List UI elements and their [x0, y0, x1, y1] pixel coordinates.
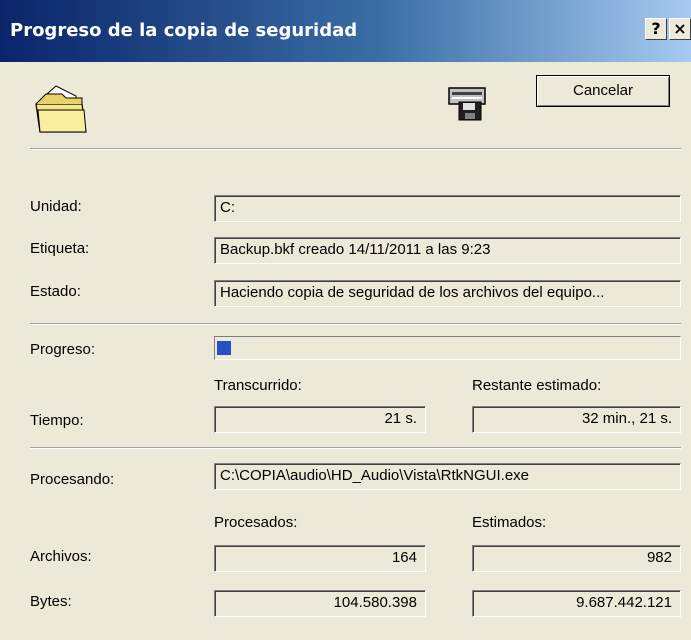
progress-fill: [217, 341, 231, 355]
elapsed-header: Transcurrido:: [214, 377, 302, 394]
processed-header: Procesados:: [214, 514, 298, 531]
backup-drive-icon: [448, 87, 486, 121]
title-bar[interactable]: Progreso de la copia de seguridad ? ×: [0, 0, 691, 62]
divider: [30, 148, 681, 150]
unidad-field: C:: [214, 195, 681, 222]
estado-label: Estado:: [30, 283, 81, 300]
files-processed-field: 164: [214, 545, 426, 572]
remaining-field: 32 min., 21 s.: [472, 406, 681, 433]
bytes-label: Bytes:: [30, 593, 72, 610]
archivos-label: Archivos:: [30, 548, 92, 565]
files-estimated-field: 982: [472, 545, 681, 572]
etiqueta-label: Etiqueta:: [30, 240, 90, 257]
bytes-estimated-field: 9.687.442.121: [472, 590, 681, 617]
progreso-label: Progreso:: [30, 341, 96, 358]
estimated-header: Estimados:: [472, 514, 547, 531]
unidad-label: Unidad:: [30, 198, 82, 215]
bytes-processed-field: 104.580.398: [214, 590, 426, 617]
elapsed-field: 21 s.: [214, 406, 426, 433]
divider: [30, 323, 681, 325]
tiempo-label: Tiempo:: [30, 412, 84, 429]
close-button[interactable]: ×: [669, 18, 691, 40]
divider: [30, 447, 681, 449]
help-button[interactable]: ?: [645, 18, 667, 40]
etiqueta-field: Backup.bkf creado 14/11/2011 a las 9:23: [214, 237, 681, 264]
procesando-label: Procesando:: [30, 471, 115, 488]
folder-icon: [35, 85, 87, 133]
procesando-field: C:\COPIA\audio\HD_Audio\Vista\RtkNGUI.ex…: [214, 463, 681, 490]
remaining-header: Restante estimado:: [472, 377, 602, 394]
cancel-button[interactable]: Cancelar: [536, 75, 670, 107]
window-title: Progreso de la copia de seguridad: [10, 20, 358, 41]
progress-bar: [214, 336, 681, 360]
estado-field: Haciendo copia de seguridad de los archi…: [214, 280, 681, 307]
